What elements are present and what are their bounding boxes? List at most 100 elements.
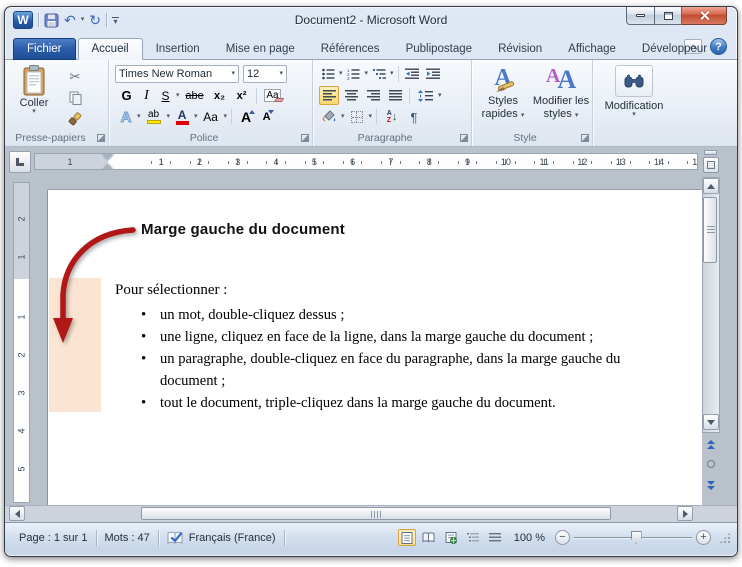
shading-button[interactable] [319,107,339,127]
ribbon-tab[interactable]: Affichage [555,38,629,60]
line-spacing-button[interactable] [414,86,436,105]
view-outline-button[interactable] [464,529,482,546]
paste-dropdown-icon[interactable]: ▾ [32,108,36,115]
shading-dropdown-icon[interactable]: ▾ [341,113,345,120]
strikethrough-button[interactable]: abe [182,86,208,105]
sort-button[interactable]: A Z ↓ [381,107,403,127]
highlight-button[interactable]: ab [143,107,165,127]
select-browse-object-button[interactable] [703,456,719,472]
zoom-slider[interactable] [574,530,692,545]
customize-qat-icon[interactable]: ▾ [111,16,119,25]
font-size-combo[interactable]: 12 ▾ [243,65,287,83]
highlight-dropdown-icon[interactable]: ▾ [167,113,171,120]
font-dialog-launcher-icon[interactable] [301,134,309,142]
bullets-button[interactable] [319,65,337,83]
page-indicator[interactable]: Page : 1 sur 1 [11,532,96,544]
view-web-layout-button[interactable] [442,529,460,546]
close-button[interactable] [682,7,727,25]
redo-icon[interactable]: ↻ [89,12,101,28]
ribbon-tab[interactable]: Publipostage [393,38,486,60]
proofing-status[interactable]: Français (France) [159,531,284,545]
zoom-level[interactable]: 100 % [508,532,551,544]
superscript-button[interactable]: x² [232,86,252,105]
borders-dropdown-icon[interactable]: ▾ [369,113,373,120]
split-handle[interactable] [704,150,717,155]
scrollbar-thumb[interactable] [703,197,717,263]
word-logo-icon[interactable]: W [13,11,33,29]
horizontal-scrollbar[interactable] [5,505,737,522]
next-page-button[interactable] [703,477,719,493]
clipboard-dialog-launcher-icon[interactable] [97,134,105,142]
align-center-button[interactable] [341,86,361,105]
bullets-dropdown-icon[interactable]: ▾ [339,70,343,77]
paragraph-dialog-launcher-icon[interactable] [460,134,468,142]
italic-button[interactable]: I [138,86,155,105]
cut-button[interactable]: ✂ [63,67,87,87]
change-styles-button[interactable]: A A Modifier les styles ▾ [532,65,590,121]
horizontal-ruler[interactable]: 1 123456789101112131415 [34,153,698,170]
ribbon-tab[interactable]: Mise en page [213,38,308,60]
multilevel-list-button[interactable] [370,65,388,83]
first-line-indent-marker[interactable] [102,154,114,160]
numbering-button[interactable]: 123 [345,65,363,83]
word-count[interactable]: Mots : 47 [97,532,158,544]
paste-button[interactable]: Coller ▾ [13,65,55,115]
view-print-layout-button[interactable] [397,529,416,546]
copy-button[interactable] [63,88,87,108]
show-hide-marks-button[interactable]: ¶ [405,107,423,127]
shrink-font-button[interactable]: A [258,107,275,127]
text-effects-dropdown-icon[interactable]: ▾ [137,113,141,120]
hanging-indent-marker[interactable] [102,164,114,169]
resize-grip[interactable] [719,531,731,544]
grow-font-button[interactable]: A [236,107,256,127]
font-color-button[interactable]: A [172,107,192,127]
font-name-combo[interactable]: Times New Roman ▾ [115,65,239,83]
ruler-toggle-button[interactable] [703,157,719,173]
tab-stop-selector[interactable] [9,151,31,173]
scroll-up-button[interactable] [703,178,719,194]
bold-button[interactable]: G [117,86,136,105]
align-left-button[interactable] [319,86,339,105]
numbering-dropdown-icon[interactable]: ▾ [365,70,369,77]
ribbon-tab[interactable]: Accueil [77,38,143,60]
title-bar[interactable]: W ↶ ▾ ↻ ▾ Document2 - Microsoft Word [5,7,737,34]
view-draft-button[interactable] [486,529,504,546]
vertical-ruler[interactable]: 21 12345 [13,182,30,503]
ribbon-tab[interactable]: Révision [485,38,555,60]
ribbon-tab[interactable]: Développeur [629,38,720,60]
scroll-down-button[interactable] [703,414,719,430]
editing-menu-button[interactable]: Modification ▾ [599,65,669,118]
change-case-button[interactable]: Aa [200,107,222,127]
document-page[interactable]: Marge gauche du document Pour sélectionn… [48,190,702,505]
align-right-button[interactable] [363,86,383,105]
scrollbar-thumb[interactable] [141,507,611,520]
undo-dropdown-icon[interactable]: ▾ [81,16,85,23]
quick-styles-button[interactable]: A Styles rapides ▾ [476,65,530,121]
zoom-slider-thumb[interactable] [630,531,642,544]
status-bar[interactable]: Page : 1 sur 1 Mots : 47 Français (Franc… [5,522,737,552]
underline-dropdown-icon[interactable]: ▾ [176,92,180,99]
scroll-left-button[interactable] [9,506,25,521]
zoom-out-button[interactable]: − [555,530,570,545]
change-case-dropdown-icon[interactable]: ▾ [224,113,228,120]
decrease-indent-button[interactable] [403,65,422,83]
style-dialog-launcher-icon[interactable] [581,134,589,142]
view-fullscreen-reading-button[interactable] [420,529,438,546]
format-painter-button[interactable] [63,109,87,129]
scroll-right-button[interactable] [677,506,693,521]
save-icon[interactable] [44,13,59,28]
zoom-in-button[interactable]: + [696,530,711,545]
underline-button[interactable]: S [157,86,174,105]
ribbon-tab[interactable]: Fichier [13,38,76,60]
ribbon-tab[interactable]: Références [308,38,393,60]
restore-button[interactable] [655,7,682,25]
clear-formatting-button[interactable]: Aa [261,86,285,105]
text-effects-button[interactable]: A [117,107,135,127]
line-spacing-dropdown-icon[interactable]: ▾ [438,92,442,99]
previous-page-button[interactable] [703,436,719,452]
minimize-button[interactable] [626,7,655,25]
multilevel-dropdown-icon[interactable]: ▾ [390,70,394,77]
undo-icon[interactable]: ↶ [64,12,76,28]
indent-markers[interactable] [101,154,115,169]
ribbon-tab[interactable]: Insertion [143,38,213,60]
